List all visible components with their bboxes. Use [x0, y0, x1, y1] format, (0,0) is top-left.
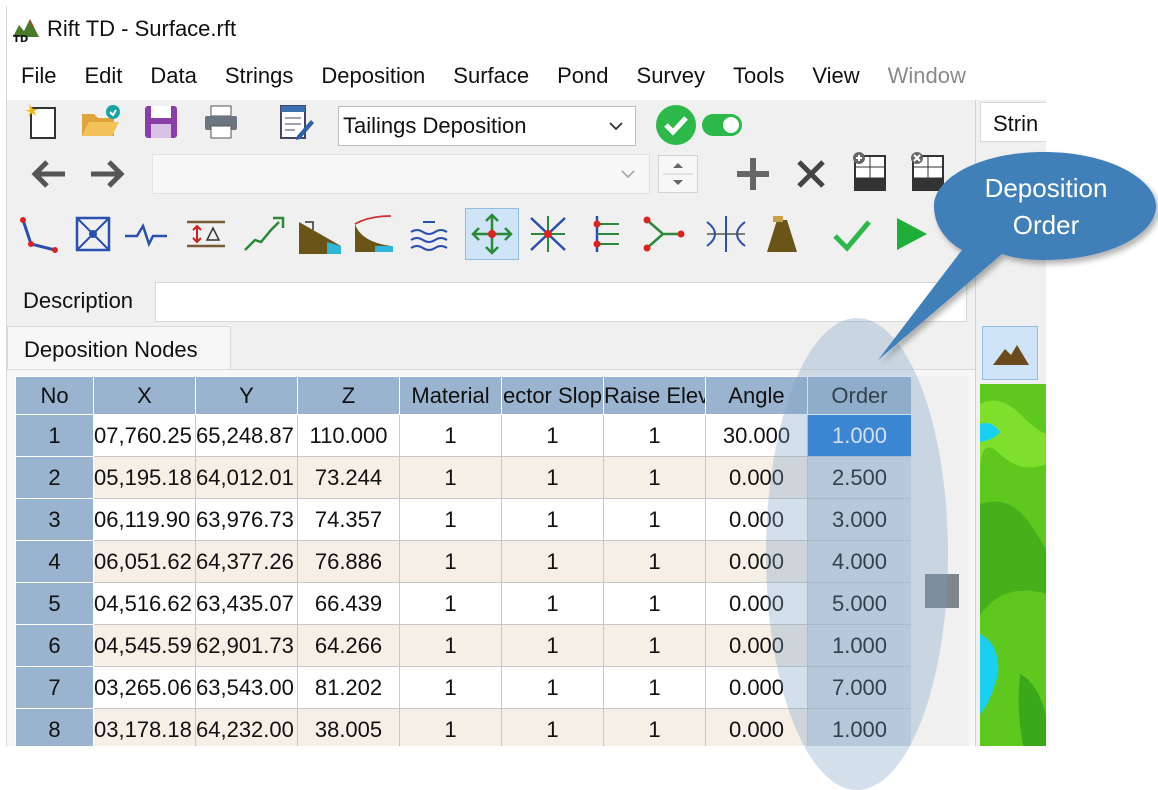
callout-line2: Order [1012, 210, 1080, 240]
callout-text: Deposition Order [942, 170, 1150, 244]
callout-balloon [878, 152, 1156, 360]
callout-line1: Deposition [984, 173, 1108, 203]
